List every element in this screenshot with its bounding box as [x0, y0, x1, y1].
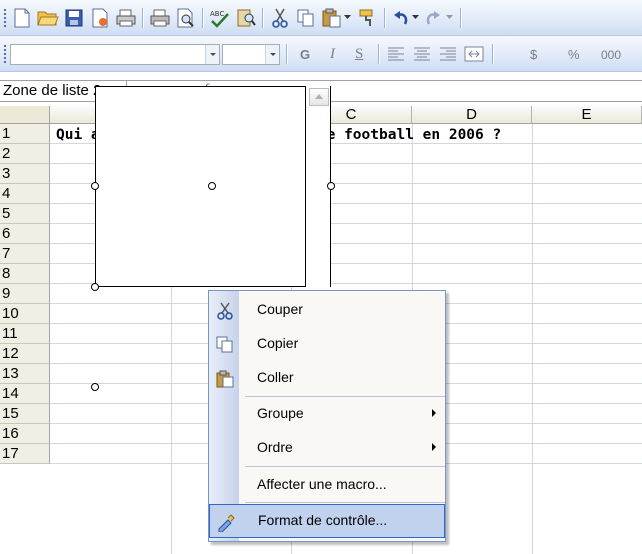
print-setup-icon[interactable] [114, 6, 138, 30]
cut-icon[interactable] [268, 6, 292, 30]
toolbar-separator [378, 44, 379, 64]
italic-button[interactable]: I [330, 46, 335, 63]
menu-item-label: Copier [257, 335, 299, 351]
new-icon[interactable] [10, 6, 34, 30]
name-box-value: Zone de liste 2 [3, 82, 102, 99]
undo-icon[interactable] [388, 6, 412, 30]
font-name-combo[interactable] [10, 44, 220, 65]
row-header[interactable]: 10 [0, 304, 50, 324]
menu-item-label: Format de contrôle... [258, 512, 388, 528]
menu-item-format-control[interactable]: Format de contrôle... [209, 504, 445, 538]
scroll-up-arrow-icon[interactable] [309, 88, 329, 106]
column-header-e[interactable]: E [532, 106, 642, 124]
align-left-icon[interactable] [384, 42, 408, 66]
resize-handle[interactable] [91, 283, 99, 291]
spelling-icon[interactable]: ABC [208, 6, 232, 30]
column-header-d[interactable]: D [412, 106, 532, 124]
bold-button[interactable]: G [300, 47, 310, 62]
redo-icon[interactable] [422, 6, 446, 30]
print-preview-icon[interactable] [174, 6, 198, 30]
undo-dropdown[interactable] [410, 6, 422, 30]
menu-item-paste[interactable]: Coller [209, 361, 445, 395]
redo-dropdown[interactable] [444, 6, 456, 30]
menu-item-label: Ordre [257, 439, 293, 455]
row-header[interactable]: 6 [0, 224, 50, 244]
cut-icon [216, 302, 234, 320]
menu-item-label: Coller [257, 369, 294, 385]
menu-item-label: Couper [257, 301, 303, 317]
merge-center-icon[interactable] [462, 42, 486, 66]
grid-line [532, 124, 533, 554]
row-header[interactable]: 13 [0, 364, 50, 384]
submenu-arrow-icon [432, 443, 436, 451]
row-header[interactable]: 17 [0, 444, 50, 464]
paste-icon [216, 370, 234, 388]
percent-button[interactable]: % [568, 47, 580, 62]
print-icon[interactable] [148, 6, 172, 30]
format-control-icon [217, 514, 235, 533]
save-icon[interactable] [62, 6, 86, 30]
row-header[interactable]: 4 [0, 184, 50, 204]
menu-item-label: Groupe [257, 405, 304, 421]
resize-handle[interactable] [91, 182, 99, 190]
underline-button[interactable]: S [355, 46, 363, 63]
align-center-icon[interactable] [410, 42, 434, 66]
menu-item-group[interactable]: Groupe [209, 397, 445, 431]
toolbar-grip[interactable] [3, 8, 7, 28]
row-header[interactable]: 14 [0, 384, 50, 404]
research-icon[interactable] [234, 6, 258, 30]
paste-icon[interactable] [320, 6, 344, 30]
paste-dropdown[interactable] [342, 6, 354, 30]
formatting-toolbar: G I S $ % 000 [0, 36, 642, 72]
menu-item-cut[interactable]: Couper [209, 293, 445, 327]
row-header[interactable]: 8 [0, 264, 50, 284]
format-painter-icon[interactable] [356, 6, 380, 30]
menu-item-assign-macro[interactable]: Affecter une macro... [209, 468, 445, 502]
permission-icon[interactable] [88, 6, 112, 30]
row-header[interactable]: 7 [0, 244, 50, 264]
font-size-combo[interactable] [222, 44, 280, 65]
menu-separator [245, 466, 445, 467]
resize-handle[interactable] [91, 383, 99, 391]
menu-item-order[interactable]: Ordre [209, 431, 445, 465]
toolbar-separator [460, 8, 461, 28]
toolbar-separator [384, 8, 385, 28]
toolbar-separator [262, 8, 263, 28]
toolbar-grip[interactable] [3, 44, 7, 64]
toolbar-separator [492, 44, 493, 64]
copy-icon[interactable] [294, 6, 318, 30]
copy-icon [216, 336, 234, 354]
svg-text:ABC: ABC [210, 10, 224, 18]
standard-toolbar: ABC [0, 0, 642, 36]
select-all-corner[interactable] [0, 106, 50, 124]
row-header[interactable]: 1 [0, 124, 50, 144]
resize-handle[interactable] [327, 182, 335, 190]
row-header[interactable]: 12 [0, 344, 50, 364]
chevron-down-icon[interactable] [265, 45, 279, 64]
open-icon[interactable] [36, 6, 60, 30]
row-header[interactable]: 11 [0, 324, 50, 344]
row-header[interactable]: 2 [0, 144, 50, 164]
toolbar-separator [142, 8, 143, 28]
row-header[interactable]: 9 [0, 284, 50, 304]
context-menu: Couper Copier Coller Groupe Ordre Affect… [208, 290, 446, 542]
row-header[interactable]: 3 [0, 164, 50, 184]
menu-item-label: Affecter une macro... [257, 476, 387, 492]
currency-button[interactable]: $ [530, 47, 537, 62]
row-header[interactable]: 16 [0, 424, 50, 444]
menu-item-copy[interactable]: Copier [209, 327, 445, 361]
menu-separator [245, 502, 445, 503]
chevron-down-icon[interactable] [205, 45, 219, 64]
align-right-icon[interactable] [436, 42, 460, 66]
resize-handle[interactable] [208, 182, 216, 190]
row-header[interactable]: 5 [0, 204, 50, 224]
thousands-button[interactable]: 000 [601, 48, 621, 62]
row-header[interactable]: 15 [0, 404, 50, 424]
toolbar-separator [202, 8, 203, 28]
submenu-arrow-icon [432, 409, 436, 417]
toolbar-separator [286, 44, 287, 64]
